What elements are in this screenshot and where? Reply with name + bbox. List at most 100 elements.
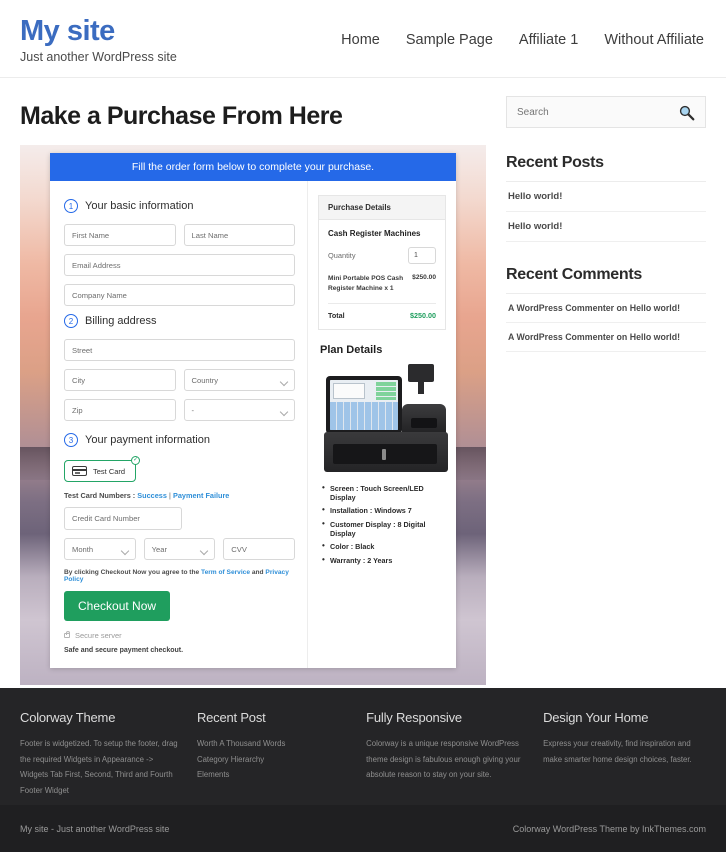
credit-card-icon	[72, 466, 87, 476]
test-card-label: Test Card	[93, 466, 126, 476]
email-input[interactable]: Email Address	[64, 254, 295, 276]
secure-server-label: Secure server	[75, 631, 122, 640]
footer-widget-title: Design Your Home	[543, 710, 649, 725]
last-name-input[interactable]: Last Name	[183, 224, 295, 246]
main-content: Make a Purchase From Here Fill the order…	[20, 78, 486, 688]
list-item[interactable]: A WordPress Commenter on Hello world!	[506, 323, 706, 352]
footer-widget-title: Colorway Theme	[20, 710, 116, 725]
list-item[interactable]: A WordPress Commenter on Hello world!	[506, 294, 706, 323]
list-item[interactable]: Hello world!	[506, 182, 706, 212]
spec-item: Customer Display : 8 Digital Display	[322, 519, 446, 538]
quantity-row: Quantity 1	[328, 247, 436, 264]
list-item[interactable]: Category Hierarchy	[197, 752, 352, 768]
step-3-label: Your payment information	[85, 434, 210, 446]
site-header: My site Just another WordPress site Home…	[0, 0, 726, 78]
test-card-failure-link[interactable]: Payment Failure	[173, 491, 229, 500]
test-card-option[interactable]: ✓ Test Card	[64, 456, 141, 482]
zip-input[interactable]: Zip	[64, 399, 176, 421]
list-item[interactable]: Elements	[197, 767, 352, 783]
step-1-number: 1	[64, 199, 78, 213]
cvv-input[interactable]: CVV	[223, 538, 296, 560]
nav-item-affiliate-1[interactable]: Affiliate 1	[519, 32, 578, 48]
recent-posts-list: Hello world! Hello world!	[506, 182, 706, 242]
hero-background: Fill the order form below to complete yo…	[20, 145, 486, 685]
receipt-printer-icon	[402, 403, 446, 434]
customer-display-icon	[408, 363, 434, 394]
footer-widget-fully-responsive: Fully Responsive Colorway is a unique re…	[366, 710, 529, 787]
footer-widget-colorway-theme: Colorway Theme Footer is widgetized. To …	[20, 710, 183, 795]
recent-post-link[interactable]: Hello world!	[508, 221, 562, 232]
credit-card-number-input[interactable]: Credit Card Number	[64, 507, 182, 530]
expiry-month-select[interactable]: Month	[64, 538, 136, 560]
step-2-header: 2 Billing address	[64, 314, 295, 328]
page-wrap: Make a Purchase From Here Fill the order…	[0, 78, 726, 688]
first-name-input[interactable]: First Name	[64, 224, 176, 246]
search-icon[interactable]	[678, 104, 695, 121]
recent-comments-title: Recent Comments	[506, 266, 706, 294]
recent-post-link[interactable]: Hello world!	[508, 191, 562, 202]
step-1-header: 1 Your basic information	[64, 199, 295, 213]
recent-posts-title: Recent Posts	[506, 154, 706, 182]
footer-widget-text: Footer is widgetized. To setup the foote…	[20, 739, 178, 795]
site-title[interactable]: My site	[20, 16, 320, 47]
list-item[interactable]: Worth A Thousand Words	[197, 736, 352, 752]
checkout-now-button[interactable]: Checkout Now	[64, 591, 171, 621]
state-select[interactable]: -	[183, 399, 295, 421]
footer-copyright-right[interactable]: Colorway WordPress Theme by InkThemes.co…	[513, 824, 706, 834]
terms-and: and	[250, 569, 266, 576]
city-country-row: City Country	[64, 369, 295, 399]
name-row: First Name Last Name	[64, 224, 295, 254]
product-image	[318, 363, 456, 476]
lock-icon	[64, 631, 70, 638]
recent-comment-link[interactable]: A WordPress Commenter on Hello world!	[508, 332, 680, 342]
purchase-details-heading: Purchase Details	[319, 196, 445, 220]
order-form-column: 1 Your basic information First Name Last…	[50, 181, 308, 668]
pos-monitor-icon	[326, 375, 402, 434]
list-item[interactable]: Hello world!	[506, 212, 706, 242]
footer-widget-title: Recent Post	[196, 710, 266, 725]
zip-state-row: Zip -	[64, 399, 295, 429]
purchase-details-column: Purchase Details Cash Register Machines …	[308, 181, 456, 668]
step-3-number: 3	[64, 433, 78, 447]
test-card-prefix: Test Card Numbers :	[64, 491, 138, 500]
page-title: Make a Purchase From Here	[20, 102, 343, 130]
country-select[interactable]: Country	[183, 369, 295, 391]
plan-details-heading: Plan Details	[320, 343, 383, 356]
quantity-input[interactable]: 1	[408, 247, 436, 264]
footer-bottom-bar: My site - Just another WordPress site Co…	[0, 805, 726, 852]
spec-list: Screen : Touch Screen/LED Display Instal…	[322, 483, 446, 565]
site-tagline: Just another WordPress site	[20, 50, 177, 65]
line-item-amount: $250.00	[412, 274, 436, 281]
terms-line: By clicking Checkout Now you agree to th…	[64, 569, 295, 583]
nav-item-sample-page[interactable]: Sample Page	[406, 32, 493, 48]
test-card-success-link[interactable]: Success	[137, 491, 167, 500]
nav-item-without-affiliate[interactable]: Without Affiliate	[604, 32, 704, 48]
search-input[interactable]	[517, 106, 678, 118]
company-input[interactable]: Company Name	[64, 284, 295, 306]
footer-recent-post-list: Worth A Thousand Words Category Hierarch…	[197, 736, 352, 783]
step-3-header: 3 Your payment information	[64, 433, 295, 447]
line-item-row: Mini Portable POS Cash Register Machine …	[328, 274, 436, 304]
primary-navigation: Home Sample Page Affiliate 1 Without Aff…	[320, 10, 706, 48]
checkout-card: Fill the order form below to complete yo…	[50, 153, 456, 668]
check-icon: ✓	[131, 456, 141, 465]
city-input[interactable]: City	[64, 369, 176, 391]
checkout-card-body: 1 Your basic information First Name Last…	[50, 181, 456, 668]
recent-comments-list: A WordPress Commenter on Hello world! A …	[506, 294, 706, 352]
nav-item-home[interactable]: Home	[341, 32, 380, 48]
total-amount: $250.00	[410, 310, 436, 320]
street-input[interactable]: Street	[64, 339, 295, 361]
order-form-banner: Fill the order form below to complete yo…	[50, 153, 456, 181]
cash-drawer-icon	[324, 431, 448, 472]
terms-of-service-link[interactable]: Term of Service	[201, 569, 250, 576]
terms-prefix: By clicking Checkout Now you agree to th…	[64, 569, 202, 576]
recent-comment-link[interactable]: A WordPress Commenter on Hello world!	[508, 303, 680, 313]
total-label: Total	[328, 310, 345, 320]
product-name: Cash Register Machines	[328, 229, 421, 238]
expiry-year-select[interactable]: Year	[143, 538, 216, 560]
step-2-label: Billing address	[85, 315, 157, 327]
pos-screen	[330, 379, 398, 430]
footer-copyright-left: My site - Just another WordPress site	[20, 823, 170, 834]
spec-item: Screen : Touch Screen/LED Display	[322, 483, 446, 502]
footer-widget-text: Colorway is a unique responsive WordPres…	[366, 739, 521, 780]
